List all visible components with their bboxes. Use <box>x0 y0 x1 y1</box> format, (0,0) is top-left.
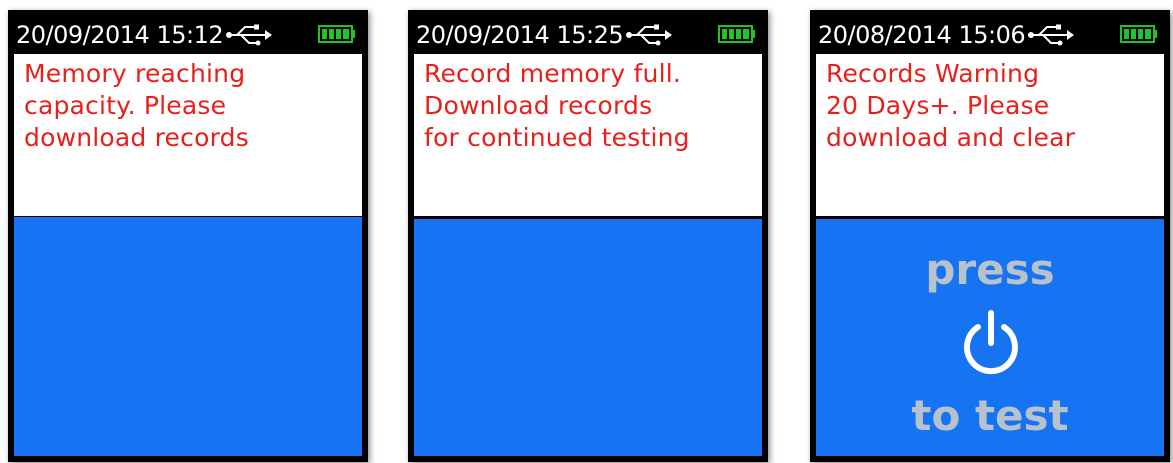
message-area: Records Warning 20 Days+. Please downloa… <box>816 54 1164 216</box>
device-screen-memory-reaching-capacity: 20/09/2014 15:12 Memory reaching capacit… <box>8 10 368 462</box>
device-screen-records-warning: 20/08/2014 15:06 Records Warning 20 Days… <box>810 10 1170 462</box>
blue-panel: press to test <box>816 219 1164 456</box>
warning-message: Record memory full. Download records for… <box>424 59 690 152</box>
status-bar: 20/08/2014 15:06 <box>816 16 1164 54</box>
datetime-text: 20/09/2014 15:12 <box>16 21 224 49</box>
datetime-text: 20/08/2014 15:06 <box>818 21 1026 49</box>
status-bar: 20/09/2014 15:12 <box>14 16 362 54</box>
blue-panel <box>414 219 762 456</box>
usb-icon <box>626 24 673 46</box>
battery-icon <box>718 25 755 43</box>
warning-message: Records Warning 20 Days+. Please downloa… <box>826 59 1076 152</box>
message-area: Memory reaching capacity. Please downloa… <box>14 54 362 216</box>
blue-panel <box>14 217 362 456</box>
status-bar: 20/09/2014 15:25 <box>414 16 762 54</box>
device-screen-record-memory-full: 20/09/2014 15:25 Record memory full. Dow… <box>408 10 768 462</box>
to-test-prompt-text: to test <box>911 391 1069 440</box>
message-area: Record memory full. Download records for… <box>414 54 762 216</box>
usb-icon <box>226 24 273 46</box>
battery-icon <box>1120 25 1157 43</box>
power-icon[interactable] <box>960 309 1022 379</box>
warning-message: Memory reaching capacity. Please downloa… <box>24 59 249 152</box>
usb-icon <box>1028 24 1075 46</box>
datetime-text: 20/09/2014 15:25 <box>416 21 624 49</box>
press-prompt-text: press <box>925 245 1055 294</box>
battery-icon <box>318 25 355 43</box>
